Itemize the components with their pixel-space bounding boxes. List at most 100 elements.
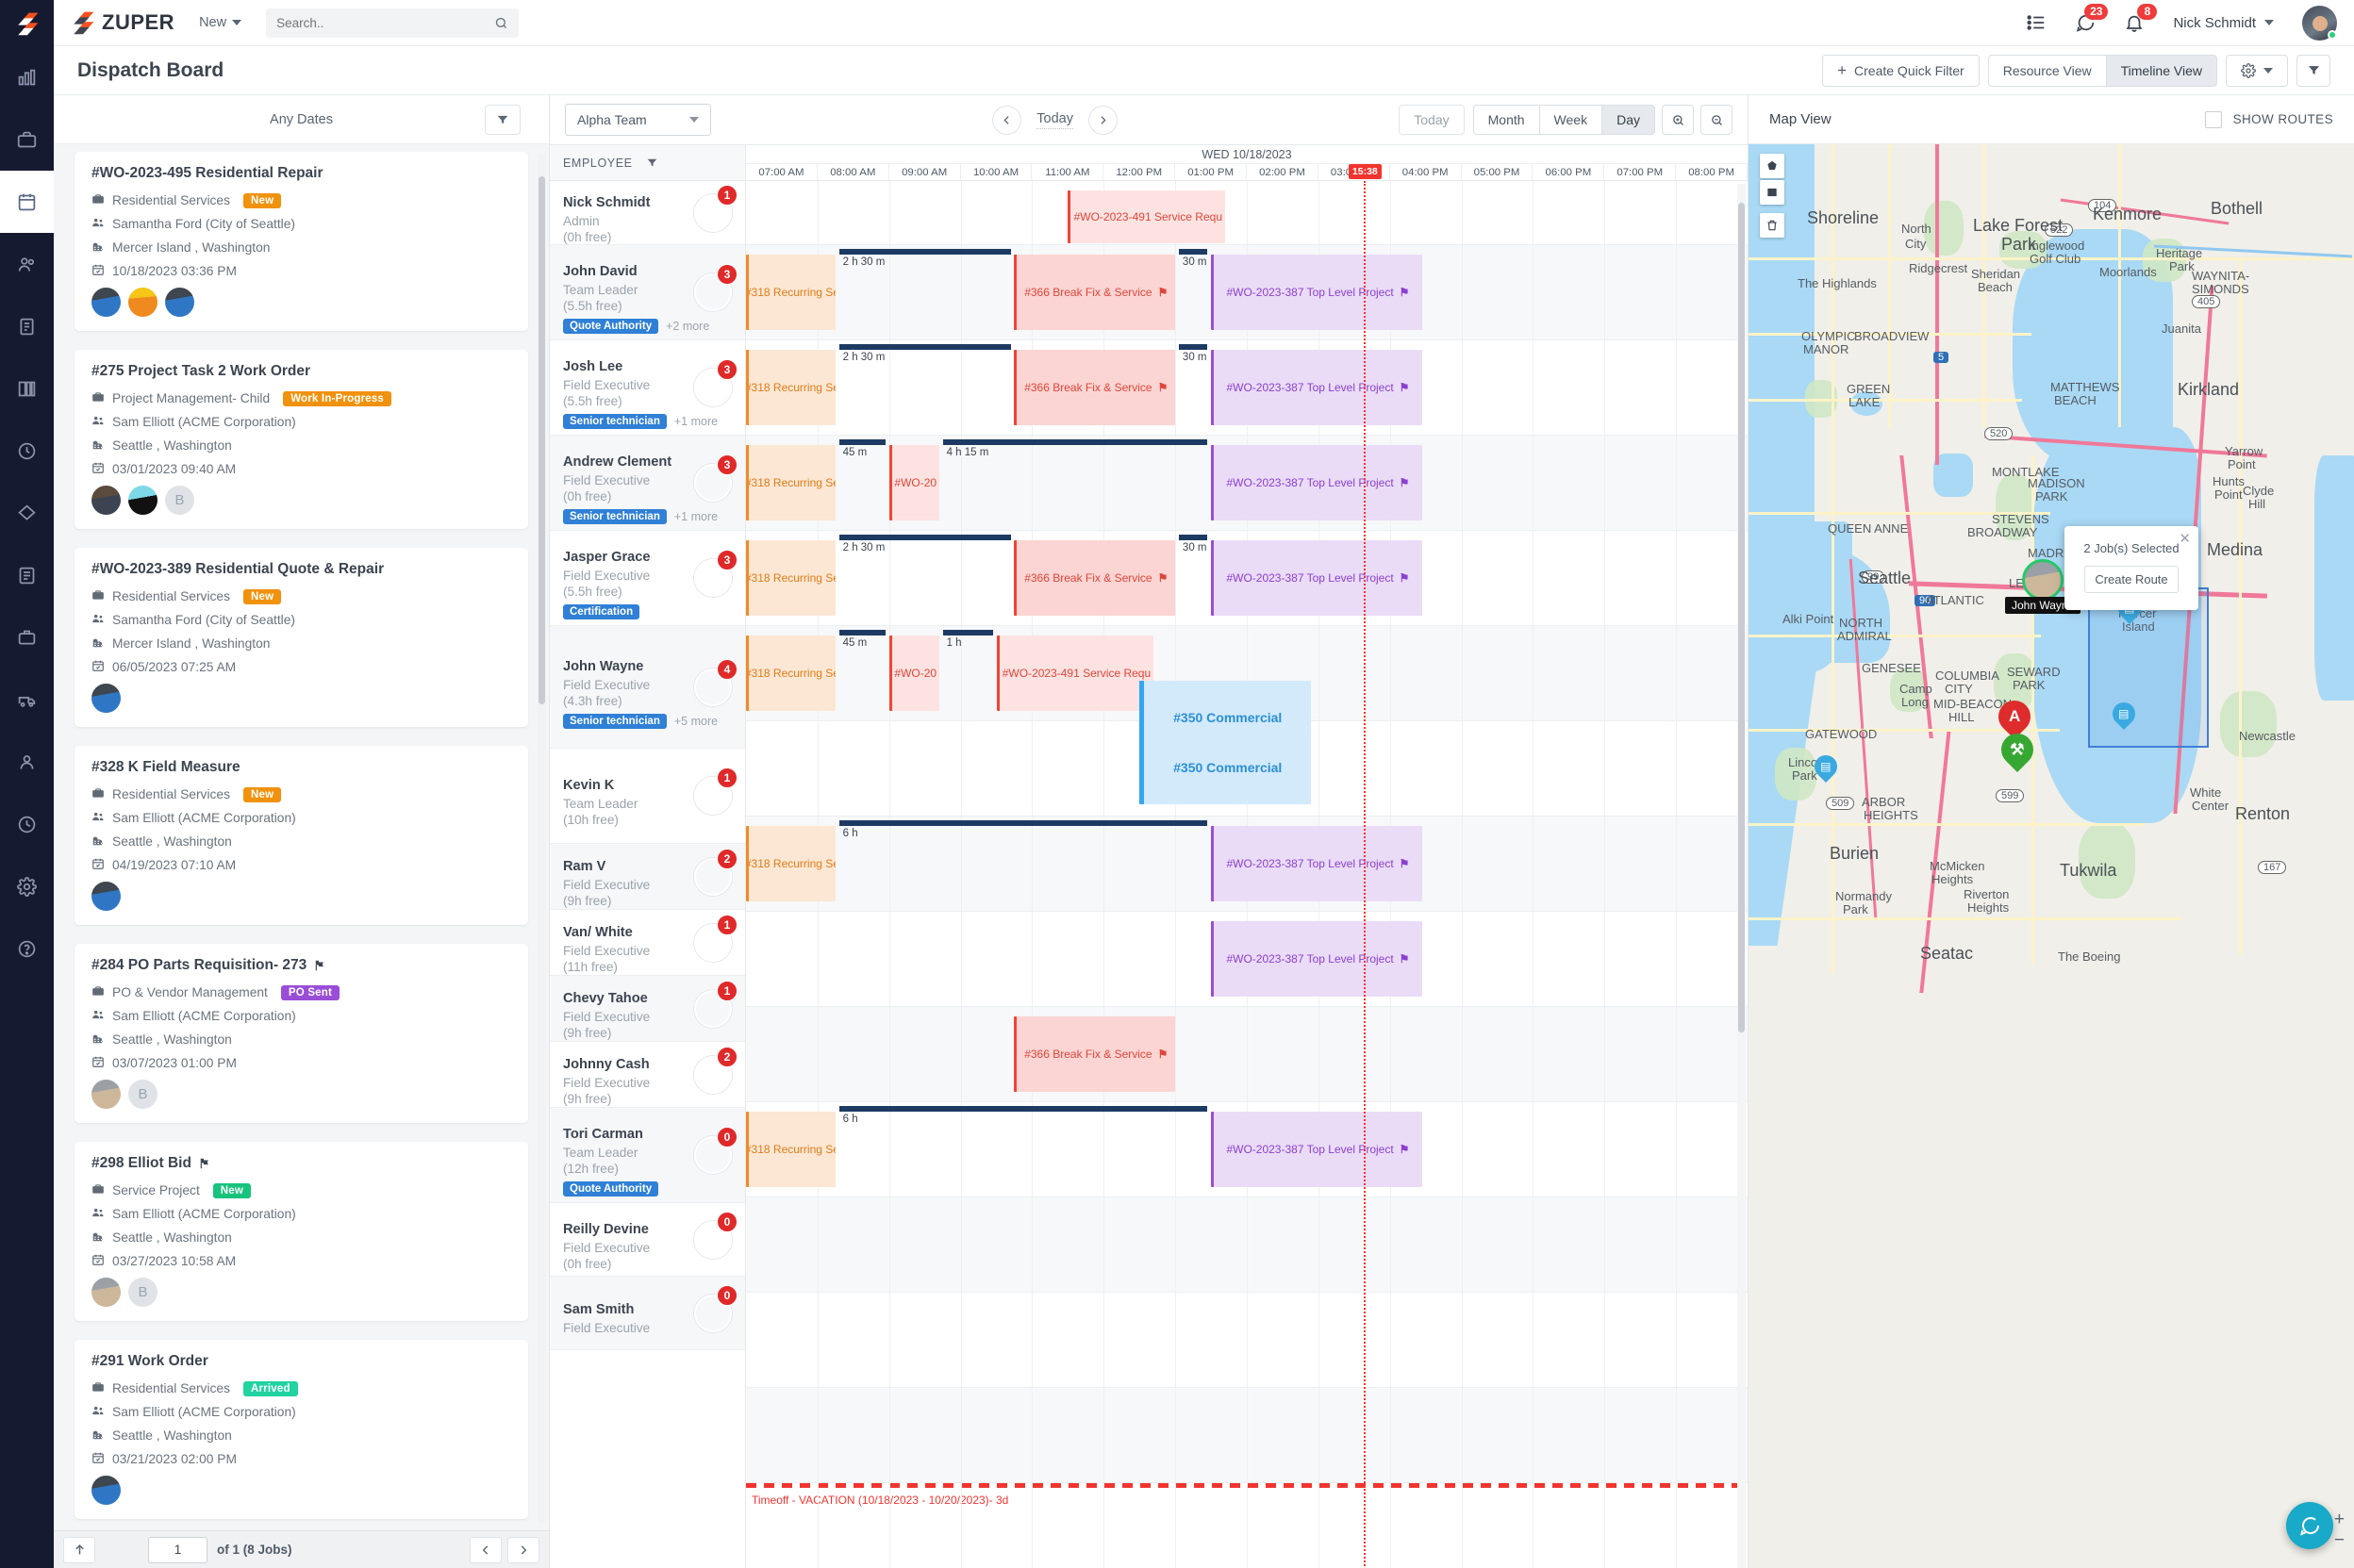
- job-card[interactable]: #275 Project Task 2 Work OrderProject Ma…: [75, 350, 528, 529]
- schedule-rows[interactable]: Timeoff - VACATION (10/18/2023 - 10/20/2…: [746, 181, 1748, 1568]
- schedule-block[interactable]: #318 Recurring Se: [746, 635, 836, 711]
- global-search[interactable]: [266, 8, 519, 38]
- map-pin-job-c[interactable]: ▤: [1815, 755, 1837, 784]
- schedule-block[interactable]: #366 Break Fix & Service⚑: [1014, 540, 1175, 616]
- schedule-block[interactable]: #WO-2023-387 Top Level Project⚑: [1211, 255, 1422, 330]
- job-card[interactable]: #284 PO Parts Requisition- 273PO & Vendo…: [75, 944, 528, 1123]
- create-quick-filter-button[interactable]: + Create Quick Filter: [1822, 55, 1980, 87]
- filter-icon[interactable]: [646, 157, 658, 169]
- tab-month[interactable]: Month: [1473, 105, 1539, 135]
- job-list-scrollbar[interactable]: [538, 154, 546, 1523]
- scrollbar-thumb[interactable]: [1738, 203, 1745, 1032]
- schedule-row[interactable]: [746, 1293, 1748, 1388]
- delete-shape-button[interactable]: [1760, 213, 1784, 238]
- map-selection-rectangle[interactable]: [2088, 587, 2209, 748]
- zuper-logo-mark[interactable]: [0, 0, 54, 46]
- show-routes-toggle[interactable]: SHOW ROUTES: [2205, 111, 2333, 128]
- show-routes-checkbox[interactable]: [2205, 111, 2222, 128]
- scrollbar-thumb[interactable]: [539, 176, 545, 704]
- employee-row[interactable]: Jasper GraceField Executive(5.5h free)Ce…: [550, 531, 745, 626]
- timeline-scrollbar[interactable]: [1737, 184, 1746, 1568]
- sidebar-item-inventory[interactable]: [0, 357, 54, 420]
- schedule-block[interactable]: #366 Break Fix & Service⚑: [1014, 255, 1175, 330]
- avatar[interactable]: [91, 1476, 121, 1505]
- schedule-block[interactable]: #350 Commercial: [1139, 731, 1311, 804]
- today-button[interactable]: Today: [1399, 105, 1464, 135]
- avatar[interactable]: [128, 486, 157, 515]
- employee-row[interactable]: Sam SmithField Executive0: [550, 1277, 745, 1350]
- map-canvas[interactable]: 104 520 522 99 405 167 599 509 90 5 Shor…: [1749, 144, 2354, 1568]
- avatar[interactable]: [91, 1080, 121, 1109]
- sidebar-item-customers[interactable]: [0, 233, 54, 295]
- employee-row[interactable]: John DavidTeam Leader(5.5h free)Quote Au…: [550, 245, 745, 340]
- tab-week[interactable]: Week: [1539, 105, 1602, 135]
- support-chat-button[interactable]: [2286, 1502, 2333, 1549]
- schedule-block[interactable]: #318 Recurring Se: [746, 350, 836, 425]
- sidebar-item-jobs[interactable]: [0, 108, 54, 171]
- map-pin-job-b[interactable]: ▤: [2113, 702, 2135, 732]
- timeoff-row[interactable]: Timeoff - VACATION (10/18/2023 - 10/20/2…: [746, 1483, 1748, 1568]
- draw-rectangle-button[interactable]: [1760, 180, 1784, 205]
- tasks-list-icon[interactable]: [2026, 12, 2047, 33]
- job-card[interactable]: #WO-2023-389 Residential Quote & RepairR…: [75, 548, 528, 727]
- job-card[interactable]: #291 Work OrderResidential ServicesArriv…: [75, 1340, 528, 1519]
- employee-row[interactable]: Josh LeeField Executive(5.5h free)Senior…: [550, 340, 745, 436]
- notifications-icon[interactable]: 8: [2124, 12, 2145, 33]
- today-label[interactable]: Today: [1036, 111, 1073, 129]
- schedule-row[interactable]: [746, 1388, 1748, 1483]
- user-menu[interactable]: Nick Schmidt: [2173, 15, 2274, 31]
- map-pin-service[interactable]: ⚒: [2001, 734, 2033, 775]
- schedule-block[interactable]: #318 Recurring Se: [746, 445, 836, 520]
- avatar[interactable]: [91, 1278, 121, 1307]
- employee-row[interactable]: Johnny CashField Executive(9h free)2: [550, 1042, 745, 1108]
- avatar[interactable]: B: [128, 1278, 157, 1307]
- employee-row[interactable]: Kevin KTeam Leader(10h free)1: [550, 749, 745, 844]
- schedule-block[interactable]: #WO-2023-491 Service Requ: [1068, 190, 1225, 243]
- create-route-button[interactable]: Create Route: [2084, 566, 2178, 593]
- scroll-to-top-button[interactable]: [63, 1537, 95, 1563]
- schedule-block[interactable]: #366 Break Fix & Service⚑: [1014, 350, 1175, 425]
- sidebar-item-dashboard[interactable]: [0, 46, 54, 108]
- search-input[interactable]: [276, 16, 494, 30]
- job-card[interactable]: #298 Elliot BidService ProjectNewSam Ell…: [75, 1142, 528, 1321]
- employee-row[interactable]: Chevy TahoeField Executive(9h free)1: [550, 976, 745, 1042]
- page-number-input[interactable]: [148, 1537, 207, 1563]
- schedule-block[interactable]: #WO-20: [889, 635, 939, 711]
- timeline-view-tab[interactable]: Timeline View: [2106, 55, 2217, 87]
- new-menu-button[interactable]: New: [199, 15, 241, 30]
- avatar[interactable]: [128, 288, 157, 317]
- schedule-block[interactable]: #WO-2023-491 Service Requ: [997, 635, 1154, 711]
- avatar[interactable]: B: [165, 486, 194, 515]
- avatar[interactable]: [91, 882, 121, 911]
- schedule-row[interactable]: [746, 181, 1748, 245]
- schedule-block[interactable]: #WO-2023-387 Top Level Project⚑: [1211, 350, 1422, 425]
- schedule-block[interactable]: #WO-2023-387 Top Level Project⚑: [1211, 540, 1422, 616]
- job-card-list[interactable]: #WO-2023-495 Residential RepairResidenti…: [54, 144, 549, 1530]
- prev-date-button[interactable]: [992, 106, 1021, 135]
- schedule-block[interactable]: #318 Recurring Se: [746, 1112, 836, 1187]
- schedule-row[interactable]: [746, 1007, 1748, 1102]
- schedule-block[interactable]: #366 Break Fix & Service⚑: [1014, 1016, 1175, 1092]
- draw-polygon-button[interactable]: [1760, 154, 1784, 178]
- avatar[interactable]: B: [128, 1080, 157, 1109]
- messages-icon[interactable]: 23: [2075, 12, 2096, 33]
- schedule-block[interactable]: #WO-20: [889, 445, 939, 520]
- zoom-in-button[interactable]: [1662, 105, 1694, 135]
- schedule-block[interactable]: #WO-2023-387 Top Level Project⚑: [1211, 826, 1422, 901]
- employee-row[interactable]: Andrew ClementField Executive(0h free)Se…: [550, 436, 745, 531]
- job-card[interactable]: #WO-2023-495 Residential RepairResidenti…: [75, 152, 528, 331]
- brand-logo[interactable]: ZUPER: [71, 10, 174, 35]
- sidebar-item-timesheet[interactable]: [0, 420, 54, 482]
- filter-button[interactable]: [2296, 55, 2330, 87]
- job-card[interactable]: #328 K Field MeasureResidential Services…: [75, 746, 528, 925]
- avatar[interactable]: [91, 486, 121, 515]
- close-icon[interactable]: ✕: [2179, 530, 2191, 547]
- schedule-block[interactable]: #318 Recurring Se: [746, 540, 836, 616]
- employee-row[interactable]: Reilly DevineField Executive(0h free)0: [550, 1203, 745, 1277]
- sidebar-item-projects[interactable]: [0, 606, 54, 668]
- tab-day[interactable]: Day: [1601, 105, 1655, 135]
- settings-dropdown-button[interactable]: [2226, 55, 2288, 87]
- sidebar-item-history[interactable]: [0, 793, 54, 855]
- sidebar-item-fleet[interactable]: [0, 668, 54, 731]
- sidebar-item-settings[interactable]: [0, 855, 54, 917]
